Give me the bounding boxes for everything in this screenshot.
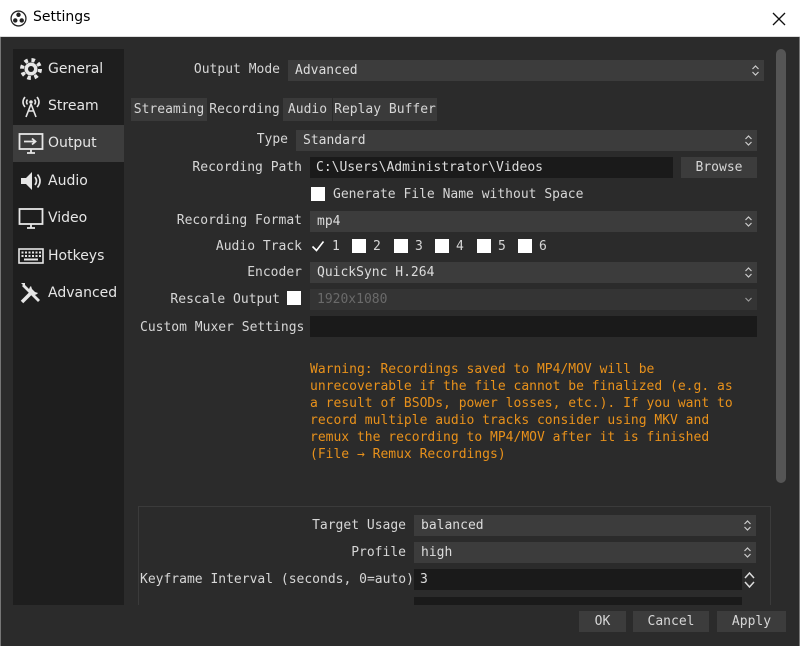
rescale-resolution-select[interactable]: 1920x1080 xyxy=(310,289,757,310)
sidebar-item-label: General xyxy=(48,61,104,77)
keyframe-interval-label: Keyframe Interval (seconds, 0=auto) xyxy=(140,572,414,587)
tab-recording[interactable]: Recording xyxy=(207,98,282,122)
keyframe-interval-input[interactable]: 3 xyxy=(414,569,742,590)
sidebar-item-hotkeys[interactable]: Hotkeys xyxy=(13,238,124,275)
encoder-label: Encoder xyxy=(247,265,302,280)
output-mode-value: Advanced xyxy=(295,63,358,78)
target-usage-label: Target Usage xyxy=(312,518,406,533)
speaker-icon xyxy=(21,172,41,190)
rescale-resolution-value: 1920x1080 xyxy=(317,292,388,307)
window-title: Settings xyxy=(33,9,91,25)
audio-track-6-label: 6 xyxy=(539,239,547,254)
sidebar-item-advanced[interactable]: Advanced xyxy=(13,275,124,312)
apply-button[interactable]: Apply xyxy=(717,611,786,632)
custom-muxer-input[interactable] xyxy=(310,316,757,337)
close-icon xyxy=(772,12,786,26)
sidebar-item-label: Video xyxy=(48,210,88,226)
recording-format-value: mp4 xyxy=(317,214,341,229)
custom-muxer-label: Custom Muxer Settings xyxy=(140,320,305,335)
recording-path-label: Recording Path xyxy=(192,160,302,175)
window-border-left xyxy=(0,37,1,646)
output-mode-label: Output Mode xyxy=(193,62,280,77)
updown-arrow-icon xyxy=(745,135,752,146)
audio-track-label: Audio Track xyxy=(215,239,302,254)
recording-path-input[interactable]: C:\Users\Administrator\Videos xyxy=(310,157,673,178)
type-label: Type xyxy=(256,132,288,147)
obs-logo-icon xyxy=(10,10,27,27)
sidebar-item-stream[interactable]: Stream xyxy=(13,88,124,125)
gear-icon xyxy=(20,58,42,80)
audio-track-2-label: 2 xyxy=(373,239,381,254)
sidebar-item-label: Audio xyxy=(48,173,88,189)
tab-streaming[interactable]: Streaming xyxy=(131,98,207,121)
profile-select[interactable]: high xyxy=(414,542,756,563)
scrollbar-thumb[interactable] xyxy=(776,49,786,483)
sidebar-item-label: Output xyxy=(48,135,97,151)
browse-button[interactable]: Browse xyxy=(681,157,757,178)
title-bar xyxy=(0,0,800,37)
updown-arrow-icon xyxy=(744,547,751,558)
checkmark-icon xyxy=(311,241,325,252)
sidebar-item-label: Stream xyxy=(48,98,99,114)
monitor-icon xyxy=(18,208,44,229)
rescale-output-label: Rescale Output xyxy=(170,292,280,307)
output-mode-select[interactable]: Advanced xyxy=(288,60,764,81)
target-usage-value: balanced xyxy=(421,518,484,533)
audio-track-3-label: 3 xyxy=(415,239,423,254)
ok-button[interactable]: OK xyxy=(579,611,626,632)
audio-track-2-checkbox[interactable] xyxy=(352,239,366,253)
audio-track-1-label: 1 xyxy=(332,239,340,254)
spinbox-arrows-icon[interactable] xyxy=(743,570,756,590)
profile-value: high xyxy=(421,545,453,560)
audio-track-4-checkbox[interactable] xyxy=(435,239,449,253)
chevron-down-icon xyxy=(745,297,752,302)
audio-track-3-checkbox[interactable] xyxy=(394,239,408,253)
sidebar-item-output[interactable]: Output xyxy=(13,125,124,162)
audio-track-4-label: 4 xyxy=(456,239,464,254)
sidebar-item-audio[interactable]: Audio xyxy=(13,163,124,200)
recording-format-select[interactable]: mp4 xyxy=(310,211,757,232)
generate-filename-label: Generate File Name without Space xyxy=(333,187,584,202)
tools-icon xyxy=(20,283,40,304)
sidebar-item-general[interactable]: General xyxy=(13,51,124,88)
audio-track-5-label: 5 xyxy=(498,239,506,254)
monitor-arrow-icon xyxy=(18,133,44,154)
tab-audio[interactable]: Audio xyxy=(283,98,332,121)
type-value: Standard xyxy=(303,133,366,148)
rescale-output-checkbox[interactable] xyxy=(287,291,301,305)
tab-replay-buffer[interactable]: Replay Buffer xyxy=(333,98,437,121)
audio-track-6-checkbox[interactable] xyxy=(518,239,532,253)
settings-sidebar: General Stream Output Audio Video Hotkey… xyxy=(13,49,124,605)
sidebar-item-label: Advanced xyxy=(48,285,118,301)
generate-filename-checkbox[interactable] xyxy=(311,187,325,201)
mp4-warning-text: Warning: Recordings saved to MP4/MOV wil… xyxy=(310,362,733,462)
updown-arrow-icon xyxy=(745,267,752,278)
updown-arrow-icon xyxy=(752,65,759,76)
type-select[interactable]: Standard xyxy=(296,130,757,151)
sidebar-item-video[interactable]: Video xyxy=(13,200,124,237)
encoder-value: QuickSync H.264 xyxy=(317,265,435,280)
cancel-button[interactable]: Cancel xyxy=(633,611,709,632)
target-usage-select[interactable]: balanced xyxy=(414,515,756,536)
encoder-select[interactable]: QuickSync H.264 xyxy=(310,262,757,283)
updown-arrow-icon xyxy=(744,520,751,531)
antenna-icon xyxy=(22,96,40,118)
recording-format-label: Recording Format xyxy=(176,213,302,228)
updown-arrow-icon xyxy=(745,216,752,227)
next-field-input[interactable] xyxy=(414,597,742,605)
audio-track-1-checkbox[interactable] xyxy=(311,239,325,253)
audio-track-5-checkbox[interactable] xyxy=(477,239,491,253)
profile-label: Profile xyxy=(351,545,406,560)
sidebar-item-label: Hotkeys xyxy=(48,248,105,264)
keyboard-icon xyxy=(18,248,44,264)
close-button[interactable] xyxy=(764,4,794,34)
